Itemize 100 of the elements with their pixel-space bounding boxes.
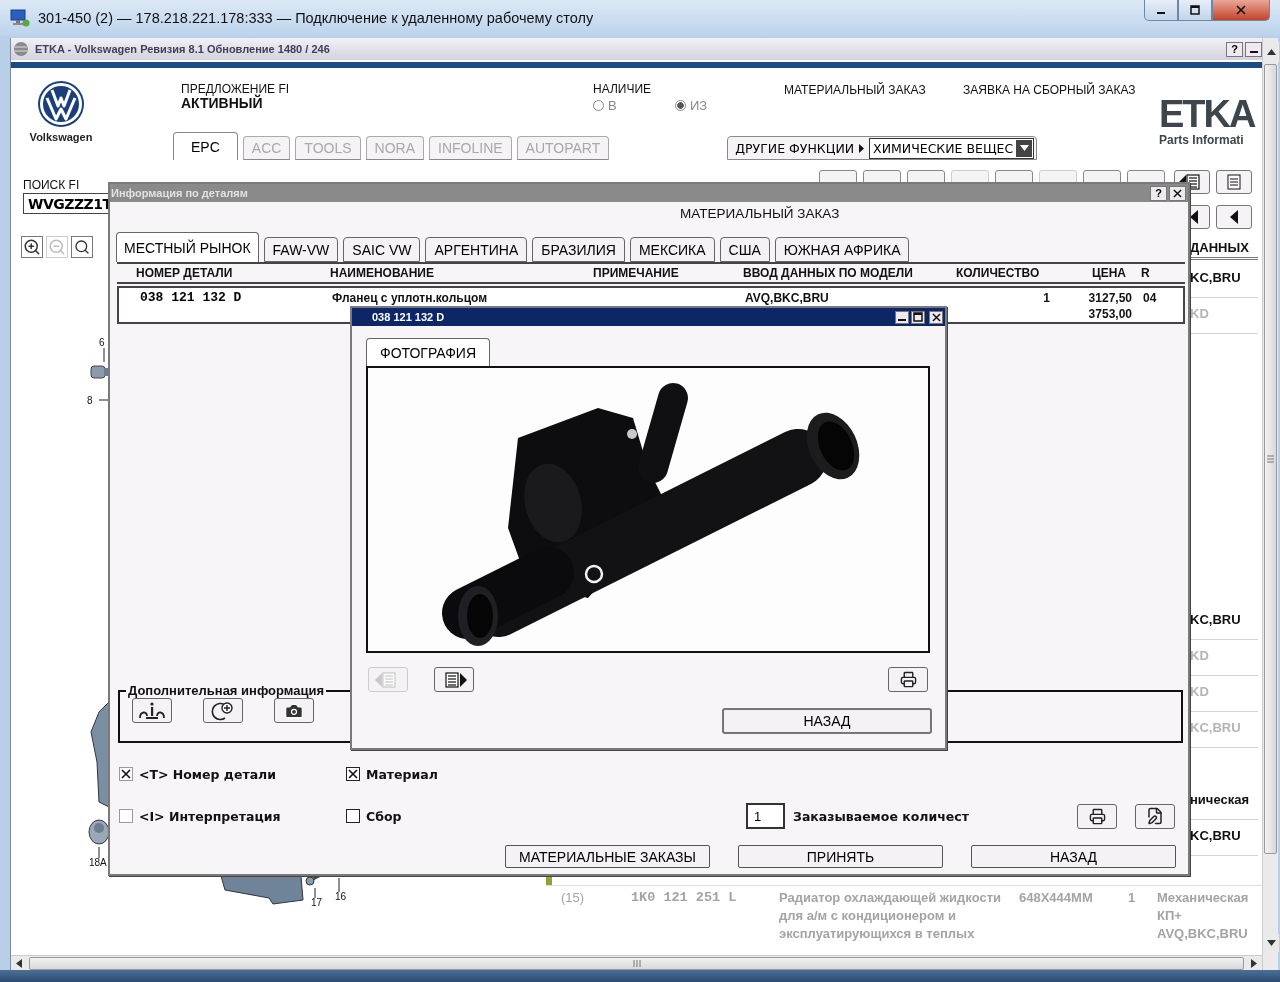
table-cell-text: 038 121 132 D: [139, 290, 242, 306]
market-tab[interactable]: ЮЖНАЯ АФРИКА: [774, 237, 910, 262]
zoom-out-icon: [48, 238, 66, 256]
previous-button[interactable]: [1216, 204, 1252, 229]
market-tab[interactable]: АРГЕНТИНА: [425, 237, 528, 262]
leader-line: [338, 877, 340, 893]
market-tab[interactable]: БРАЗИЛИЯ: [532, 237, 625, 262]
minimize-button[interactable]: [1245, 41, 1262, 57]
app-title: ETKA - Volkswagen Ревизия 8.1 Обновление 1480 / 246: [35, 43, 330, 55]
table-cell: AVQ,BKC,BRU: [745, 290, 829, 306]
product-tagline: Parts Informati: [1159, 133, 1244, 147]
column-header: КОЛИЧЕСТВО: [956, 266, 1041, 280]
checkbox[interactable]: [346, 809, 360, 823]
radio-button[interactable]: [675, 100, 686, 111]
quantity-label: Заказываемое количест: [793, 808, 969, 824]
help-button[interactable]: ?: [1226, 41, 1243, 57]
column-header: R: [1140, 266, 1151, 280]
functions-dropdown[interactable]: ХИМИЧЕСКИЕ ВЕЩЕС: [869, 137, 1035, 159]
photo-tab[interactable]: ФОТОГРАФИЯ: [366, 338, 490, 366]
help-button[interactable]: ?: [1150, 185, 1167, 201]
maximize-button[interactable]: [1178, 0, 1212, 21]
header-link[interactable]: МАТЕРИАЛЬНЫЙ ЗАКАЗ: [784, 83, 963, 126]
market-tab[interactable]: SAIC VW: [343, 237, 421, 262]
printer-icon: [1088, 807, 1106, 825]
callout-label: 6: [99, 337, 105, 348]
caret-up-icon: [1266, 49, 1276, 55]
brand-logo: [37, 80, 85, 128]
caret-down-icon: [1019, 145, 1029, 151]
callout-label: 18A: [89, 857, 107, 868]
dialog-button[interactable]: МАТЕРИАЛЬНЫЕ ЗАКАЗЫ: [505, 845, 710, 868]
next-photo-button[interactable]: [434, 667, 474, 692]
radio-label: ИЗ: [690, 98, 708, 113]
caret-down-icon: [1266, 940, 1276, 946]
dialog-title: 038 121 132 D: [372, 311, 445, 323]
table-cell: 1: [1043, 290, 1050, 306]
product-logo: ETKA: [1159, 95, 1255, 133]
checkbox-label: <I> Интерпретация: [139, 808, 281, 824]
table-cell: Фланец с уплотн.кольцом: [332, 290, 488, 306]
brand-name: Volkswagen: [29, 131, 93, 143]
column-header: ПРИМЕЧАНИЕ: [593, 266, 680, 280]
remote-desktop-icon: [10, 9, 30, 27]
caret-right-icon: [858, 142, 866, 154]
module-tab[interactable]: EPC: [173, 132, 238, 160]
window-title: 301-450 (2) — 178.218.221.178:333 — Подключение к удаленному рабочему столу: [38, 10, 594, 26]
dialog-title: Информация по деталям: [111, 187, 248, 199]
search-label: ПОИСК FI: [23, 179, 81, 192]
quantity-field[interactable]: 1: [746, 803, 785, 829]
leader-line: [98, 399, 110, 401]
print-button[interactable]: [1077, 803, 1117, 829]
scrollbar-thumb[interactable]: [29, 956, 1244, 970]
minimize-button[interactable]: [1144, 0, 1178, 21]
zoom-button[interactable]: [71, 236, 93, 258]
close-button[interactable]: [1169, 185, 1186, 201]
caret-left-icon: [1229, 208, 1239, 225]
market-tab[interactable]: США: [719, 237, 770, 262]
info-button[interactable]: [132, 698, 172, 723]
caret-right-icon: [1251, 958, 1257, 968]
scrollbar-thumb[interactable]: [1264, 64, 1277, 854]
zoom-button[interactable]: [21, 236, 43, 258]
app-icon: [13, 41, 29, 57]
page-button[interactable]: [1216, 170, 1252, 194]
other-functions-label[interactable]: ДРУГИЕ ФУНКЦИИ: [735, 140, 855, 156]
close-icon: [1236, 5, 1246, 15]
camera-button[interactable]: [274, 698, 314, 723]
column-header: НАИМЕНОВАНИЕ: [330, 266, 435, 280]
printer-icon: [899, 671, 917, 688]
leader-line: [98, 846, 100, 859]
checkbox-label: Материал: [366, 766, 438, 782]
callout-label: 16: [335, 891, 347, 902]
checkbox-label: <T> Номер детали: [139, 766, 277, 782]
print-button[interactable]: [888, 667, 928, 692]
checkbox[interactable]: [346, 767, 360, 781]
market-tab[interactable]: МЕСТНЫЙ РЫНОК: [116, 232, 259, 262]
minimize-button[interactable]: [895, 310, 909, 324]
callout-label: 17: [311, 897, 323, 908]
minimize-icon: [898, 319, 906, 321]
bolt-drawing: [90, 365, 110, 379]
dialog-button[interactable]: ПРИНЯТЬ: [738, 845, 943, 868]
leader-line: [103, 347, 105, 363]
edit-button[interactable]: [1135, 803, 1175, 829]
maximize-button[interactable]: [911, 310, 925, 324]
group-title: Дополнительная информация: [127, 683, 326, 698]
table-cell-text: (15): [561, 889, 586, 907]
market-tab[interactable]: FAW-VW: [263, 237, 339, 262]
table-cell-text: 1K0 121 251 L: [631, 889, 738, 907]
radio-button[interactable]: [593, 100, 604, 111]
radio-label: В: [608, 98, 617, 113]
table-cell: 3753,00: [1088, 306, 1132, 322]
header-link[interactable]: ЗАЯВКА НА СБОРНЫЙ ЗАКАЗ: [963, 83, 1133, 126]
table-cell-text: 648X444MM: [1019, 889, 1094, 907]
add-button[interactable]: [203, 698, 243, 723]
close-button[interactable]: [929, 310, 943, 324]
checkbox-label: Сбор: [366, 808, 402, 824]
callout-label: 8: [87, 395, 93, 406]
back-button[interactable]: НАЗАД: [722, 708, 932, 734]
market-tab[interactable]: МЕКСИКА: [629, 237, 715, 262]
dialog-button[interactable]: НАЗАД: [971, 845, 1176, 868]
maximize-icon: [1190, 5, 1200, 15]
table-cell-text: Механическая КП+ AVQ,BKC,BRU: [1157, 889, 1250, 943]
offer-label: ПРЕДЛОЖЕНИЕ FI: [181, 83, 291, 96]
